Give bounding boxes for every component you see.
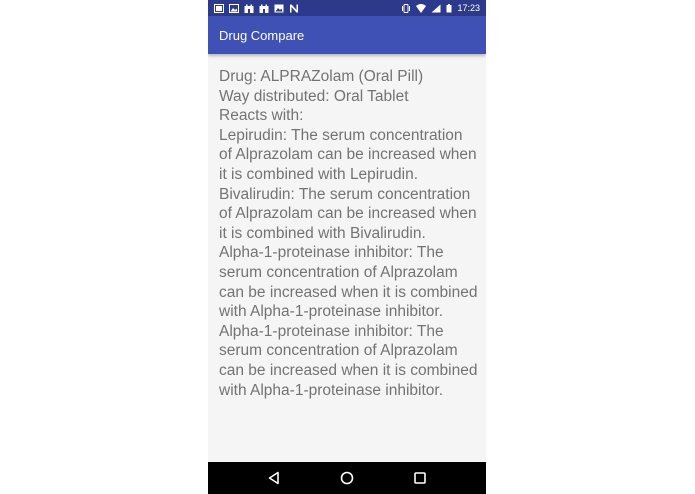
image-icon (274, 4, 284, 13)
wifi-icon (416, 3, 427, 13)
battery-icon (446, 3, 452, 13)
photo-icon (214, 3, 224, 13)
status-bar: 17:23 (208, 0, 486, 16)
vibrate-icon (401, 3, 411, 13)
castle-icon (259, 4, 269, 13)
drug-info-text: Drug: ALPRAZolam (Oral Pill) Way distrib… (219, 68, 478, 399)
status-clock: 17:23 (457, 3, 480, 13)
drug-info-scroll-view[interactable]: Drug: ALPRAZolam (Oral Pill) Way distrib… (208, 54, 486, 462)
home-icon[interactable] (339, 470, 355, 486)
recents-icon[interactable] (412, 470, 428, 486)
n-icon (289, 4, 299, 13)
castle-icon (244, 4, 254, 13)
phone-screen: 17:23 Drug Compare Drug: ALPRAZolam (Ora… (208, 0, 486, 494)
image-icon (229, 3, 239, 13)
back-icon[interactable] (266, 470, 282, 486)
signal-icon (431, 4, 441, 13)
app-bar: Drug Compare (208, 16, 486, 54)
navigation-bar (208, 462, 486, 494)
system-icons: 17:23 (401, 0, 480, 16)
app-title: Drug Compare (219, 27, 305, 43)
notification-icons (214, 3, 299, 13)
